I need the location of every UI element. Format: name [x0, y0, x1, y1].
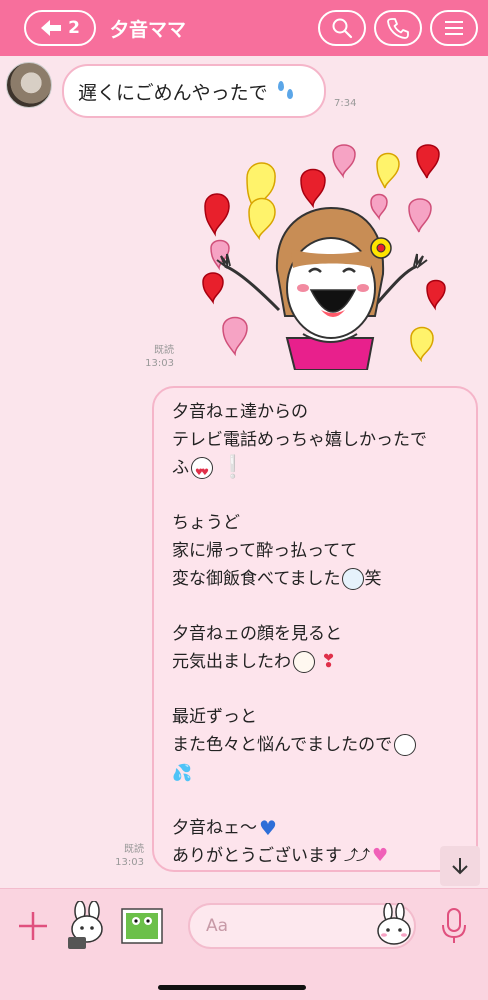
frog-sticker-shortcut[interactable]	[120, 907, 164, 945]
phone-icon	[387, 18, 409, 39]
message-line: 夕音ねェの顔を見ると	[172, 624, 342, 644]
call-button[interactable]	[374, 10, 422, 46]
red-exclamation-icon: ❣	[321, 651, 337, 672]
arrow-down-icon	[452, 858, 468, 875]
back-button[interactable]: 2	[24, 10, 96, 46]
read-label: 既読	[124, 844, 144, 855]
outgoing-timestamp: 13:03	[115, 857, 144, 868]
arrow-left-icon	[41, 20, 62, 36]
sticker-read-status: 既読 13:03	[134, 344, 174, 370]
incoming-timestamp: 7:34	[334, 98, 357, 109]
menu-button[interactable]	[430, 10, 478, 46]
sticker-timestamp: 13:03	[145, 358, 174, 369]
hamburger-menu-icon	[445, 21, 463, 35]
blue-heart-icon: ♥	[259, 816, 277, 840]
incoming-message-text: 遅くにごめんやったで	[78, 81, 268, 104]
chat-area[interactable]: 遅くにごめんやったで 7:34 既読 13:03 夕音ねェ達からの テレビ電話め…	[0, 56, 488, 888]
sweat-smile-emoji-icon	[394, 734, 417, 756]
message-line: 家に帰って酔っ払ってて	[172, 541, 358, 561]
message-line: 夕音ねェ達からの	[172, 402, 308, 422]
cony-sticker-shortcut[interactable]	[64, 901, 110, 951]
tear-drops-icon	[277, 81, 293, 99]
emoji-sticker-icon[interactable]	[374, 903, 414, 947]
relieved-smile-emoji-icon	[293, 651, 315, 673]
sweat-droplets-icon: 💦	[172, 763, 192, 782]
girl-hearts-sticker[interactable]	[195, 138, 457, 370]
composer-bar: Aa	[0, 888, 488, 1000]
message-line: 変な御飯食べてました 笑	[172, 568, 382, 590]
chat-title: 夕音ママ	[110, 18, 187, 41]
message-line: 最近ずっと	[172, 707, 257, 727]
scroll-to-bottom-button[interactable]	[440, 846, 480, 886]
laughing-tears-emoji-icon	[342, 568, 365, 590]
message-input-placeholder: Aa	[206, 916, 229, 936]
search-icon	[332, 18, 353, 39]
up-arrows-icon: ⤴⤴	[344, 848, 370, 864]
plus-icon[interactable]	[16, 909, 50, 943]
message-line: また色々と悩んでましたので	[172, 731, 466, 759]
exclamation-icon: ❕	[219, 455, 247, 480]
chat-header: 2 夕音ママ	[0, 0, 488, 56]
unread-count: 2	[68, 18, 80, 38]
message-line: ふ ❕	[172, 454, 466, 487]
outgoing-message-bubble[interactable]: 夕音ねェ達からの テレビ電話めっちゃ嬉しかったで ふ ❕ ちょうど 家に帰って酔…	[152, 386, 478, 872]
message-line: ちょうど	[172, 513, 240, 533]
message-line: 💦	[172, 759, 466, 787]
message-line: 夕音ねェ〜 ♥	[172, 816, 277, 840]
heart-eyes-emoji-icon	[191, 457, 213, 487]
incoming-message-bubble[interactable]: 遅くにごめんやったで	[62, 64, 326, 118]
microphone-icon[interactable]	[440, 907, 468, 945]
search-button[interactable]	[318, 10, 366, 46]
outgoing-read-status: 既読 13:03	[104, 843, 144, 869]
read-label: 既読	[154, 345, 174, 356]
message-line: ありがとうございます ⤴⤴ ♥	[172, 842, 466, 870]
message-line: テレビ電話めっちゃ嬉しかったで	[172, 430, 427, 450]
avatar[interactable]	[6, 62, 52, 108]
sparkling-heart-icon: ♥	[372, 845, 389, 866]
home-indicator	[158, 985, 306, 990]
message-line: 元気出ましたわ ❣	[172, 648, 466, 676]
